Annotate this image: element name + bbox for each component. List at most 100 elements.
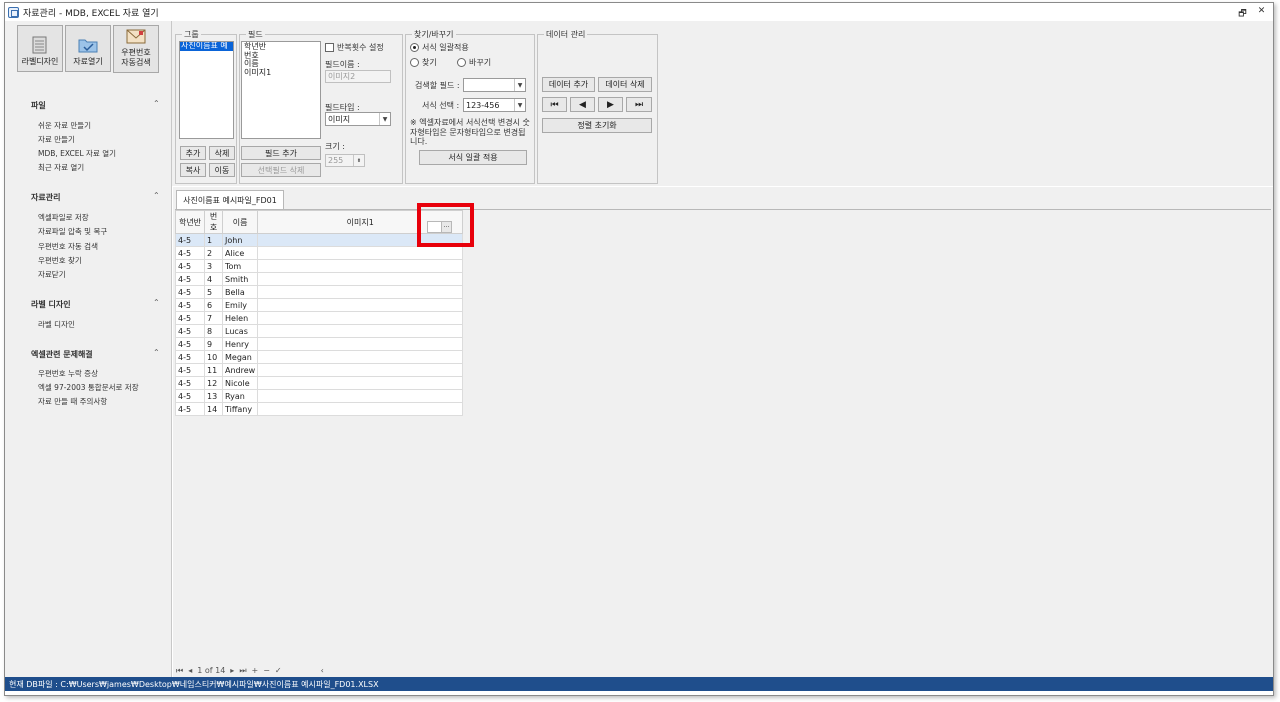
close-icon[interactable]: ✕ (1256, 6, 1267, 22)
chevron-down-icon[interactable]: ▼ (514, 99, 525, 111)
cell-class[interactable]: 4-5 (175, 324, 205, 338)
cell-class[interactable]: 4-5 (175, 246, 205, 260)
label-design-button[interactable]: 라벨디자인 (17, 25, 63, 72)
field-list[interactable]: 학년반 번호 이름 이미지1 (241, 41, 321, 139)
group-add-button[interactable]: 추가 (180, 146, 206, 160)
table-row[interactable]: 4-5 10 Megan (175, 350, 464, 364)
sidebar-item-label-design[interactable]: 라벨 디자인 (38, 319, 75, 330)
next-record-icon[interactable]: ▸ (230, 666, 234, 675)
cell-class[interactable]: 4-5 (175, 272, 205, 286)
chevron-up-icon[interactable]: ⌃ (153, 348, 160, 357)
table-row[interactable]: 4-5 11 Andrew (175, 363, 464, 377)
sidebar-item-postal-find[interactable]: 우편번호 찾기 (38, 255, 82, 266)
postal-search-button[interactable]: 우편번호 자동검색 (113, 25, 159, 73)
table-row[interactable]: 4-5 13 Ryan (175, 389, 464, 403)
remove-record-icon[interactable]: − (263, 666, 270, 675)
tab-data-file[interactable]: 사진이름표 예시파일_FD01 (176, 190, 284, 210)
cell-class[interactable]: 4-5 (175, 285, 205, 299)
cell-number[interactable]: 10 (204, 350, 223, 364)
last-record-icon[interactable]: ⏭ (239, 666, 246, 676)
cell-name[interactable]: Tom (221, 259, 259, 273)
size-stepper[interactable]: 255 ⬍ (325, 154, 365, 167)
cell-image1[interactable] (257, 376, 464, 390)
table-row[interactable]: 4-5 7 Helen (175, 311, 464, 325)
restore-icon[interactable]: 🗗 (1237, 6, 1248, 22)
repeat-checkbox[interactable] (325, 43, 334, 52)
cell-number[interactable]: 12 (204, 376, 223, 390)
cell-number[interactable]: 7 (204, 311, 223, 325)
sidebar-section-label[interactable]: 라벨 디자인 (31, 299, 71, 310)
cell-name[interactable]: Helen (221, 311, 259, 325)
confirm-record-icon[interactable]: ✓ (275, 666, 282, 675)
cell-name[interactable]: Ryan (221, 389, 259, 403)
sidebar-section-excel-help[interactable]: 엑셀관련 문제해결 (31, 349, 93, 360)
cell-class[interactable]: 4-5 (175, 311, 205, 325)
table-row[interactable]: 4-5 8 Lucas (175, 324, 464, 338)
add-data-button[interactable]: 데이터 추가 (542, 77, 595, 92)
group-list[interactable]: 사진이름표 예 (179, 41, 234, 139)
cell-name[interactable]: John (221, 233, 259, 247)
image-cell-editor[interactable]: ··· (427, 221, 452, 233)
next-icon[interactable]: ▶ (598, 97, 623, 112)
last-icon[interactable]: ⏭ (626, 97, 652, 112)
table-row[interactable]: 4-5 12 Nicole (175, 376, 464, 390)
cell-image1[interactable] (257, 350, 464, 364)
sidebar-item-save-97-2003[interactable]: 엑셀 97-2003 통합문서로 저장 (38, 382, 139, 393)
table-row[interactable]: 4-5 4 Smith (175, 272, 464, 286)
cell-name[interactable]: Alice (221, 246, 259, 260)
cell-class[interactable]: 4-5 (175, 376, 205, 390)
cell-image1[interactable] (257, 324, 464, 338)
search-field-select[interactable]: ▼ (463, 78, 526, 92)
cell-class[interactable]: 4-5 (175, 337, 205, 351)
cell-image1[interactable] (257, 285, 464, 299)
format-select[interactable]: 123-456 ▼ (463, 98, 526, 112)
sidebar-item-close-data[interactable]: 자료닫기 (38, 269, 66, 280)
cell-number[interactable]: 13 (204, 389, 223, 403)
cell-number[interactable]: 14 (204, 402, 223, 416)
cell-number[interactable]: 3 (204, 259, 223, 273)
cell-name[interactable]: Smith (221, 272, 259, 286)
add-record-icon[interactable]: + (252, 666, 259, 675)
chevron-up-icon[interactable]: ⌃ (153, 99, 160, 108)
cell-class[interactable]: 4-5 (175, 233, 205, 247)
add-field-button[interactable]: 필드 추가 (241, 146, 321, 160)
sidebar-item-easy-create[interactable]: 쉬운 자료 만들기 (38, 120, 91, 131)
group-delete-button[interactable]: 삭제 (209, 146, 235, 160)
cell-number[interactable]: 8 (204, 324, 223, 338)
cell-name[interactable]: Tiffany (221, 402, 259, 416)
sidebar-section-file[interactable]: 파일 (31, 100, 46, 111)
cell-name[interactable]: Lucas (221, 324, 259, 338)
sidebar-section-data[interactable]: 자료관리 (31, 192, 60, 203)
cell-number[interactable]: 4 (204, 272, 223, 286)
sidebar-item-create[interactable]: 자료 만들기 (38, 134, 75, 145)
cell-number[interactable]: 1 (204, 233, 223, 247)
first-record-icon[interactable]: ⏮ (176, 666, 183, 676)
format-radio[interactable] (410, 43, 419, 52)
chevron-up-icon[interactable]: ⌃ (153, 191, 160, 200)
chevron-down-icon[interactable]: ▼ (379, 113, 390, 125)
col-header-name[interactable]: 이름 (221, 210, 259, 234)
cell-image1[interactable] (257, 246, 464, 260)
table-row[interactable]: 4-5 2 Alice (175, 246, 464, 260)
group-list-item[interactable]: 사진이름표 예 (180, 42, 233, 51)
cell-image1[interactable] (257, 311, 464, 325)
cell-number[interactable]: 2 (204, 246, 223, 260)
delete-field-button[interactable]: 선택필드 삭제 (241, 163, 321, 177)
field-name-input[interactable]: 이미지2 (325, 70, 391, 83)
cell-class[interactable]: 4-5 (175, 389, 205, 403)
sidebar-item-save-excel[interactable]: 엑셀파일로 저장 (38, 212, 89, 223)
sidebar-item-postal-auto[interactable]: 우편번호 자동 검색 (38, 241, 98, 252)
col-header-number[interactable]: 번호 (204, 210, 223, 234)
first-icon[interactable]: ⏮ (542, 97, 567, 112)
cell-image1[interactable] (257, 402, 464, 416)
cell-class[interactable]: 4-5 (175, 350, 205, 364)
apply-format-button[interactable]: 서식 일괄 적용 (419, 150, 527, 165)
cell-name[interactable]: Megan (221, 350, 259, 364)
cell-number[interactable]: 11 (204, 363, 223, 377)
table-row[interactable]: 4-5 6 Emily (175, 298, 464, 312)
cell-class[interactable]: 4-5 (175, 363, 205, 377)
cell-image1[interactable] (257, 272, 464, 286)
cell-class[interactable]: 4-5 (175, 402, 205, 416)
cell-name[interactable]: Andrew (221, 363, 259, 377)
table-row[interactable]: 4-5 3 Tom (175, 259, 464, 273)
